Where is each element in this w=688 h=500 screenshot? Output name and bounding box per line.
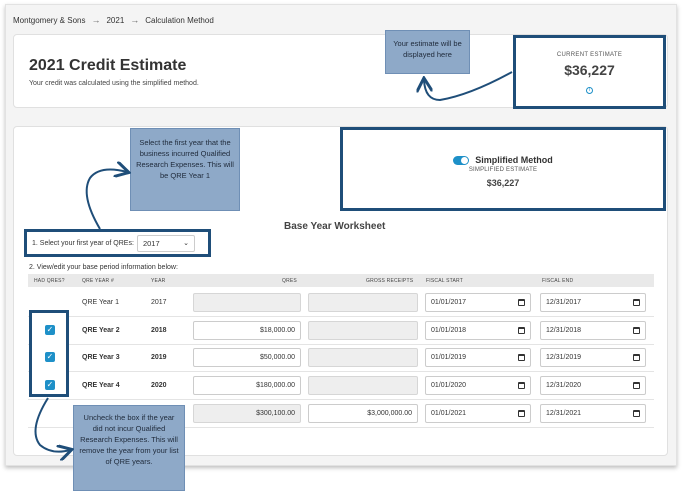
calendar-icon[interactable] [518, 410, 525, 417]
worksheet-title: Base Year Worksheet [284, 221, 386, 232]
fiscal-end-input[interactable]: 12/31/2017 [540, 293, 646, 312]
gross-receipts-input[interactable] [308, 293, 418, 312]
fiscal-end-value: 12/31/2020 [546, 382, 582, 389]
calendar-icon[interactable] [518, 327, 525, 334]
fiscal-end-value: 12/31/2019 [546, 354, 582, 361]
qres-input[interactable]: $50,000.00 [193, 348, 301, 367]
table-header: HAD QRES? QRE YEAR # YEAR QRES GROSS REC… [28, 274, 654, 287]
toggle-knob [461, 156, 469, 164]
calendar-icon[interactable] [518, 299, 525, 306]
col-fiscal-start: FISCAL START [426, 278, 464, 284]
col-year: YEAR [151, 278, 166, 284]
col-had-qres: HAD QRES? [34, 278, 65, 284]
row-divider [28, 371, 654, 372]
first-year-select[interactable]: 2017 ⌄ [136, 234, 195, 252]
had-qres-checkbox-2019[interactable]: ✓ [45, 352, 55, 362]
gross-receipts-input[interactable] [308, 348, 418, 367]
current-gross-receipts-input[interactable]: $3,000,000.00 [308, 404, 418, 423]
had-qres-checkbox-2020[interactable]: ✓ [45, 380, 55, 390]
fiscal-start-input[interactable]: 01/01/2019 [425, 348, 531, 367]
breadcrumb-arrow-icon: → [91, 15, 101, 25]
page-subtitle: Your credit was calculated using the sim… [29, 80, 199, 87]
qres-input[interactable]: $180,000.00 [193, 376, 301, 395]
current-estimate-value: $36,227 [564, 62, 615, 78]
fiscal-end-input[interactable]: 12/31/2018 [540, 321, 646, 340]
qres-input[interactable] [193, 293, 301, 312]
col-qres: QRES [282, 278, 297, 284]
qre-year-label: QRE Year 2 [82, 327, 120, 334]
total-qres: $300,100.00 [193, 404, 301, 423]
qre-year-label: QRE Year 4 [82, 382, 120, 389]
had-qres-checkbox-2018[interactable]: ✓ [45, 325, 55, 335]
col-fiscal-end: FISCAL END [542, 278, 574, 284]
qre-year-label: QRE Year 3 [82, 354, 120, 361]
fiscal-start-value: 01/01/2020 [431, 382, 467, 389]
row-divider [28, 399, 654, 400]
fiscal-end-value: 12/31/2017 [546, 299, 582, 306]
breadcrumb-current: Calculation Method [145, 15, 214, 25]
callout-uncheck: Uncheck the box if the year did not incu… [73, 405, 185, 491]
row-divider [28, 344, 654, 345]
fiscal-start-input[interactable]: 01/01/2020 [425, 376, 531, 395]
breadcrumb-year[interactable]: 2021 [106, 16, 124, 25]
callout-first-year: Select the first year that the business … [130, 128, 240, 211]
calendar-icon[interactable] [518, 382, 525, 389]
calendar-icon[interactable] [633, 354, 640, 361]
year-value: 2020 [151, 382, 167, 389]
fiscal-end-input[interactable]: 12/31/2019 [540, 348, 646, 367]
fiscal-start-input[interactable]: 01/01/2017 [425, 293, 531, 312]
fiscal-start-value: 01/01/2018 [431, 327, 467, 334]
breadcrumb-client[interactable]: Montgomery & Sons [13, 16, 85, 25]
method-sub-label: SIMPLIFIED ESTIMATE [468, 167, 538, 173]
base-period-label: 2. View/edit your base period informatio… [29, 264, 178, 271]
fiscal-start-input[interactable]: 01/01/2021 [425, 404, 531, 423]
fiscal-start-value: 01/01/2017 [431, 299, 467, 306]
breadcrumb: Montgomery & Sons → 2021 → Calculation M… [13, 15, 214, 25]
method-panel: Simplified Method SIMPLIFIED ESTIMATE $3… [340, 127, 666, 211]
breadcrumb-arrow-icon: → [130, 15, 140, 25]
simplified-method-toggle[interactable] [453, 155, 470, 165]
col-gross-receipts: GROSS RECEIPTS [366, 278, 414, 284]
fiscal-start-input[interactable]: 01/01/2018 [425, 321, 531, 340]
first-year-label: 1. Select your first year of QREs: [32, 239, 134, 247]
year-value: 2017 [151, 299, 167, 306]
calendar-icon[interactable] [633, 382, 640, 389]
calendar-icon[interactable] [633, 410, 640, 417]
col-qre-year: QRE YEAR # [82, 278, 114, 284]
fiscal-end-value: 12/31/2018 [546, 327, 582, 334]
method-label: Simplified Method [475, 155, 553, 165]
current-estimate-label: CURRENT ESTIMATE [556, 52, 623, 58]
had-qres-checkbox-group: ✓ ✓ ✓ [29, 310, 69, 397]
row-divider [28, 316, 654, 317]
first-year-selector-group: 1. Select your first year of QREs: 2017 … [24, 229, 211, 257]
info-icon[interactable]: i [586, 87, 593, 94]
year-value: 2018 [151, 327, 167, 334]
calendar-icon[interactable] [633, 327, 640, 334]
first-year-value: 2017 [142, 238, 160, 248]
gross-receipts-input[interactable] [308, 321, 418, 340]
fiscal-end-input[interactable]: 12/31/2020 [540, 376, 646, 395]
fiscal-start-value: 01/01/2021 [431, 410, 467, 417]
current-estimate-panel: CURRENT ESTIMATE $36,227 i [513, 35, 666, 109]
page-title: 2021 Credit Estimate [29, 57, 187, 74]
qre-year-label: QRE Year 1 [82, 299, 119, 306]
fiscal-end-value: 12/31/2021 [546, 410, 582, 417]
chevron-down-icon: ⌄ [183, 240, 189, 247]
fiscal-end-input[interactable]: 12/31/2021 [540, 404, 646, 423]
year-value: 2019 [151, 354, 167, 361]
callout-estimate: Your estimate will be displayed here [385, 30, 470, 74]
qres-input[interactable]: $18,000.00 [193, 321, 301, 340]
calendar-icon[interactable] [518, 354, 525, 361]
calendar-icon[interactable] [633, 299, 640, 306]
gross-receipts-input[interactable] [308, 376, 418, 395]
method-value: $36,227 [486, 178, 520, 188]
fiscal-start-value: 01/01/2019 [431, 354, 467, 361]
